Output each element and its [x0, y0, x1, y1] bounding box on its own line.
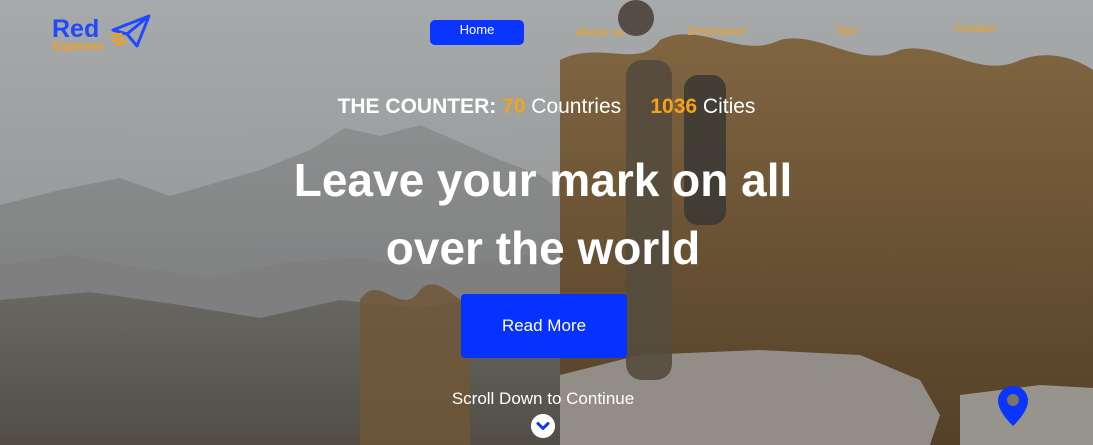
map-pin-icon[interactable] — [996, 384, 1030, 428]
counter-prefix: THE COUNTER: — [337, 95, 497, 118]
nav-tips[interactable]: Tips — [835, 23, 857, 37]
hero-section: Red Explorers Home About us Destination … — [0, 0, 1093, 445]
nav-destination[interactable]: Destination — [687, 24, 747, 38]
countries-label: Countries — [531, 95, 622, 118]
nav-contact[interactable]: Contact — [954, 21, 995, 35]
hero-headline: Leave your mark on all over the world — [293, 154, 793, 274]
nav-home[interactable]: Home — [430, 20, 524, 45]
countries-count: 70 — [502, 95, 526, 118]
paper-plane-icon — [109, 14, 151, 48]
read-more-button[interactable]: Read More — [461, 294, 627, 358]
nav-about-us[interactable]: About us — [576, 25, 623, 39]
chevron-down-icon[interactable] — [531, 414, 555, 438]
brand-name: Red — [52, 15, 100, 43]
cities-label: Cities — [702, 95, 756, 118]
counter-line: THE COUNTER: 70 Countries 1036 Cities — [0, 93, 1093, 121]
cities-count: 1036 — [650, 95, 698, 118]
brand-logo[interactable]: Red Explorers — [52, 14, 152, 54]
scroll-down-label: Scroll Down to Continue — [451, 389, 635, 408]
brand-subtitle: Explorers — [53, 41, 104, 53]
